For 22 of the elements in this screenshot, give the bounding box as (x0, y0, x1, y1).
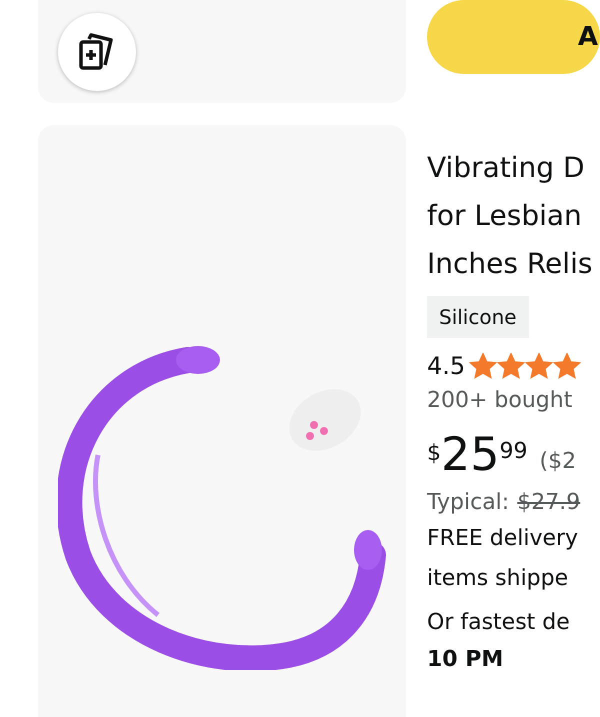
star-icon (553, 353, 582, 379)
price-whole: 25 (441, 431, 500, 477)
currency-symbol: $ (427, 440, 441, 468)
star-icon (525, 353, 554, 379)
star-icon (497, 353, 526, 379)
product-title-line: for Lesbian (427, 198, 583, 234)
add-to-list-button[interactable] (58, 12, 136, 90)
typical-label: Typical: (427, 489, 510, 517)
delivery-text: items shippe (427, 565, 570, 593)
rating-value: 4.5 (427, 351, 466, 382)
fastest-delivery-text: Or fastest de (427, 609, 571, 637)
purchase-count: 200+ bought (427, 387, 574, 415)
material-tag: Silicone (427, 296, 529, 338)
product-title-line: Inches Relis (427, 246, 594, 282)
star-icon (469, 353, 498, 379)
delivery-time: 10 PM (427, 646, 504, 674)
typical-price: $27.9 (517, 489, 580, 517)
unit-price: ($2 (540, 448, 576, 476)
delivery-text: FREE delivery (427, 525, 580, 553)
price-fraction: 99 (500, 438, 528, 466)
product-title-line: Vibrating D (427, 150, 586, 186)
add-to-cart-button[interactable]: A (427, 0, 600, 74)
